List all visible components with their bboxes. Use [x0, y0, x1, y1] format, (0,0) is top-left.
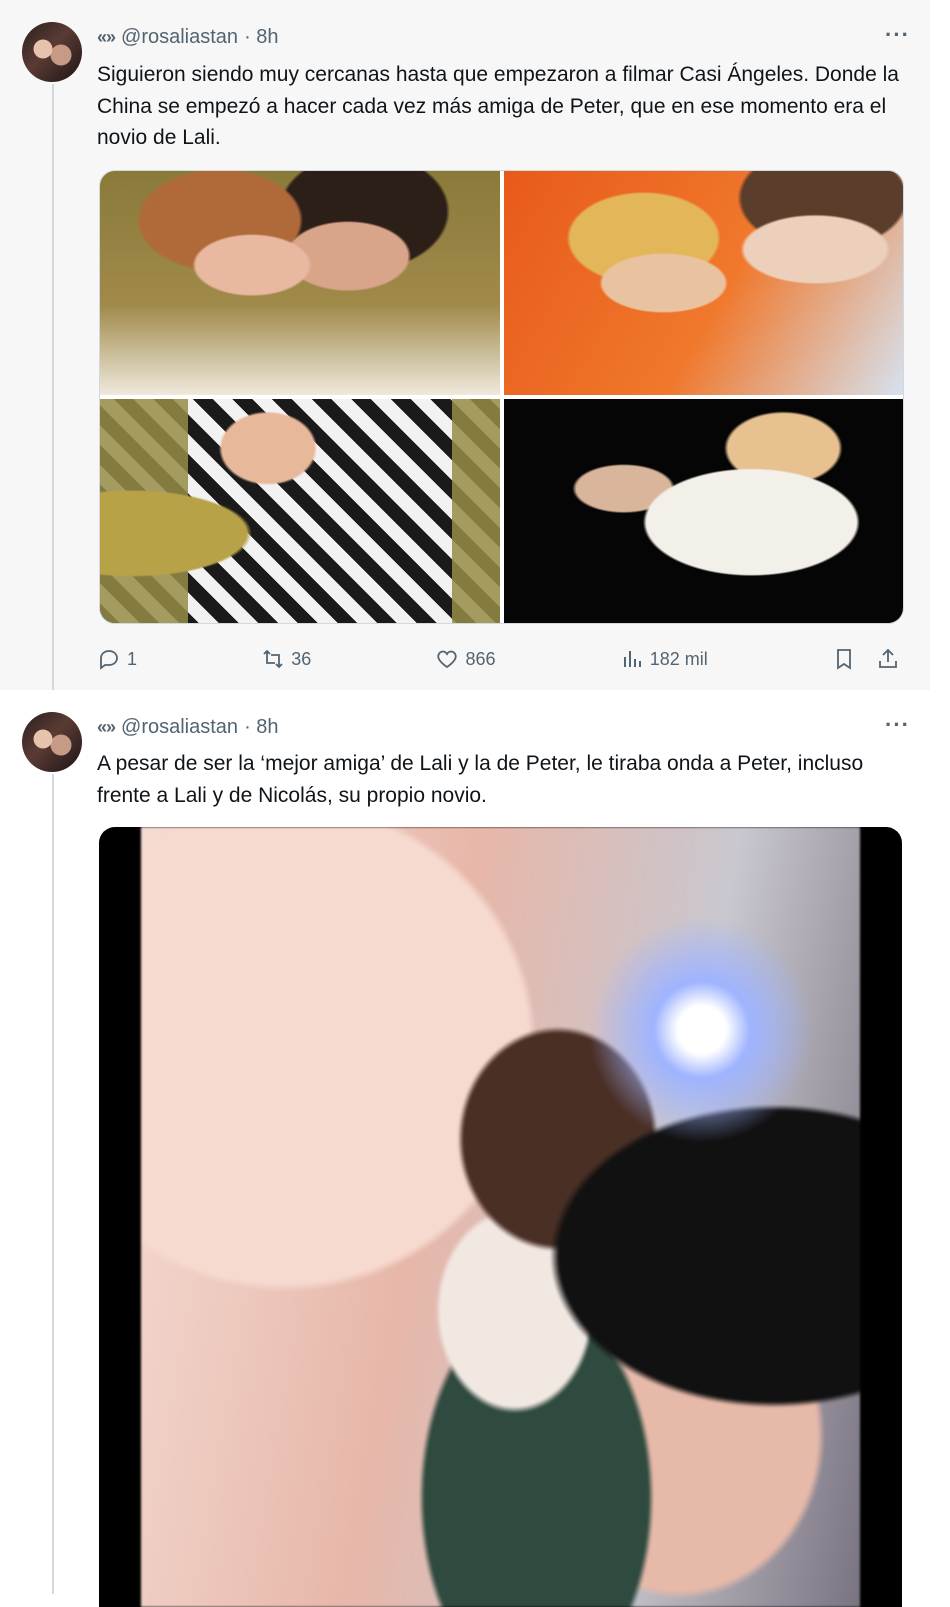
views-button[interactable]: 182 mil	[620, 647, 708, 671]
bookmark-icon	[837, 649, 851, 670]
tweet-time[interactable]: · 8h	[244, 716, 278, 739]
photo-2[interactable]	[503, 171, 903, 395]
more-options-icon[interactable]: ···	[885, 22, 910, 48]
author-name[interactable]: «»	[97, 27, 116, 48]
reply-button[interactable]: 1	[97, 647, 137, 671]
photo-1[interactable]	[100, 171, 500, 395]
bookmark-button[interactable]	[832, 647, 900, 671]
thread-line	[52, 84, 54, 690]
avatar[interactable]	[22, 22, 82, 82]
author-handle[interactable]: @rosaliastan	[121, 716, 238, 739]
video-frame	[141, 827, 860, 1607]
retweet-icon	[263, 649, 283, 669]
photo-3[interactable]	[100, 399, 500, 623]
views-icon	[623, 651, 641, 667]
views-count: 182 mil	[649, 648, 708, 669]
tweet-meta: «» @rosaliastan · 8h	[97, 26, 279, 49]
tweet-actions: 1 36 866 182 mil	[97, 646, 900, 672]
tweet-text: Siguieron siendo muy cercanas hasta que …	[97, 63, 899, 149]
tweet-1[interactable]: «» @rosaliastan · 8h ··· Siguieron siend…	[0, 0, 930, 690]
author-name[interactable]: «»	[97, 717, 116, 738]
photo-4[interactable]	[503, 399, 903, 623]
avatar[interactable]	[22, 712, 82, 772]
like-button[interactable]: 866	[435, 647, 496, 671]
video-player[interactable]	[99, 827, 902, 1607]
retweet-count: 36	[291, 648, 312, 669]
reply-icon	[100, 650, 118, 670]
tweet-time[interactable]: · 8h	[244, 26, 278, 49]
media-grid[interactable]	[99, 170, 904, 624]
more-options-icon[interactable]: ···	[885, 712, 910, 738]
share-icon[interactable]	[876, 647, 900, 671]
like-count: 866	[465, 648, 496, 669]
tweet-meta: «» @rosaliastan · 8h	[97, 716, 279, 739]
tweet-text: A pesar de ser la ‘mejor amiga’ de Lali …	[97, 752, 864, 807]
reply-count: 1	[127, 648, 138, 669]
tweet-2[interactable]: «» @rosaliastan · 8h ··· A pesar de ser …	[0, 690, 930, 1607]
heart-icon	[437, 650, 458, 669]
retweet-button[interactable]: 36	[261, 647, 311, 671]
author-handle[interactable]: @rosaliastan	[121, 26, 238, 49]
thread-line	[52, 774, 54, 1594]
